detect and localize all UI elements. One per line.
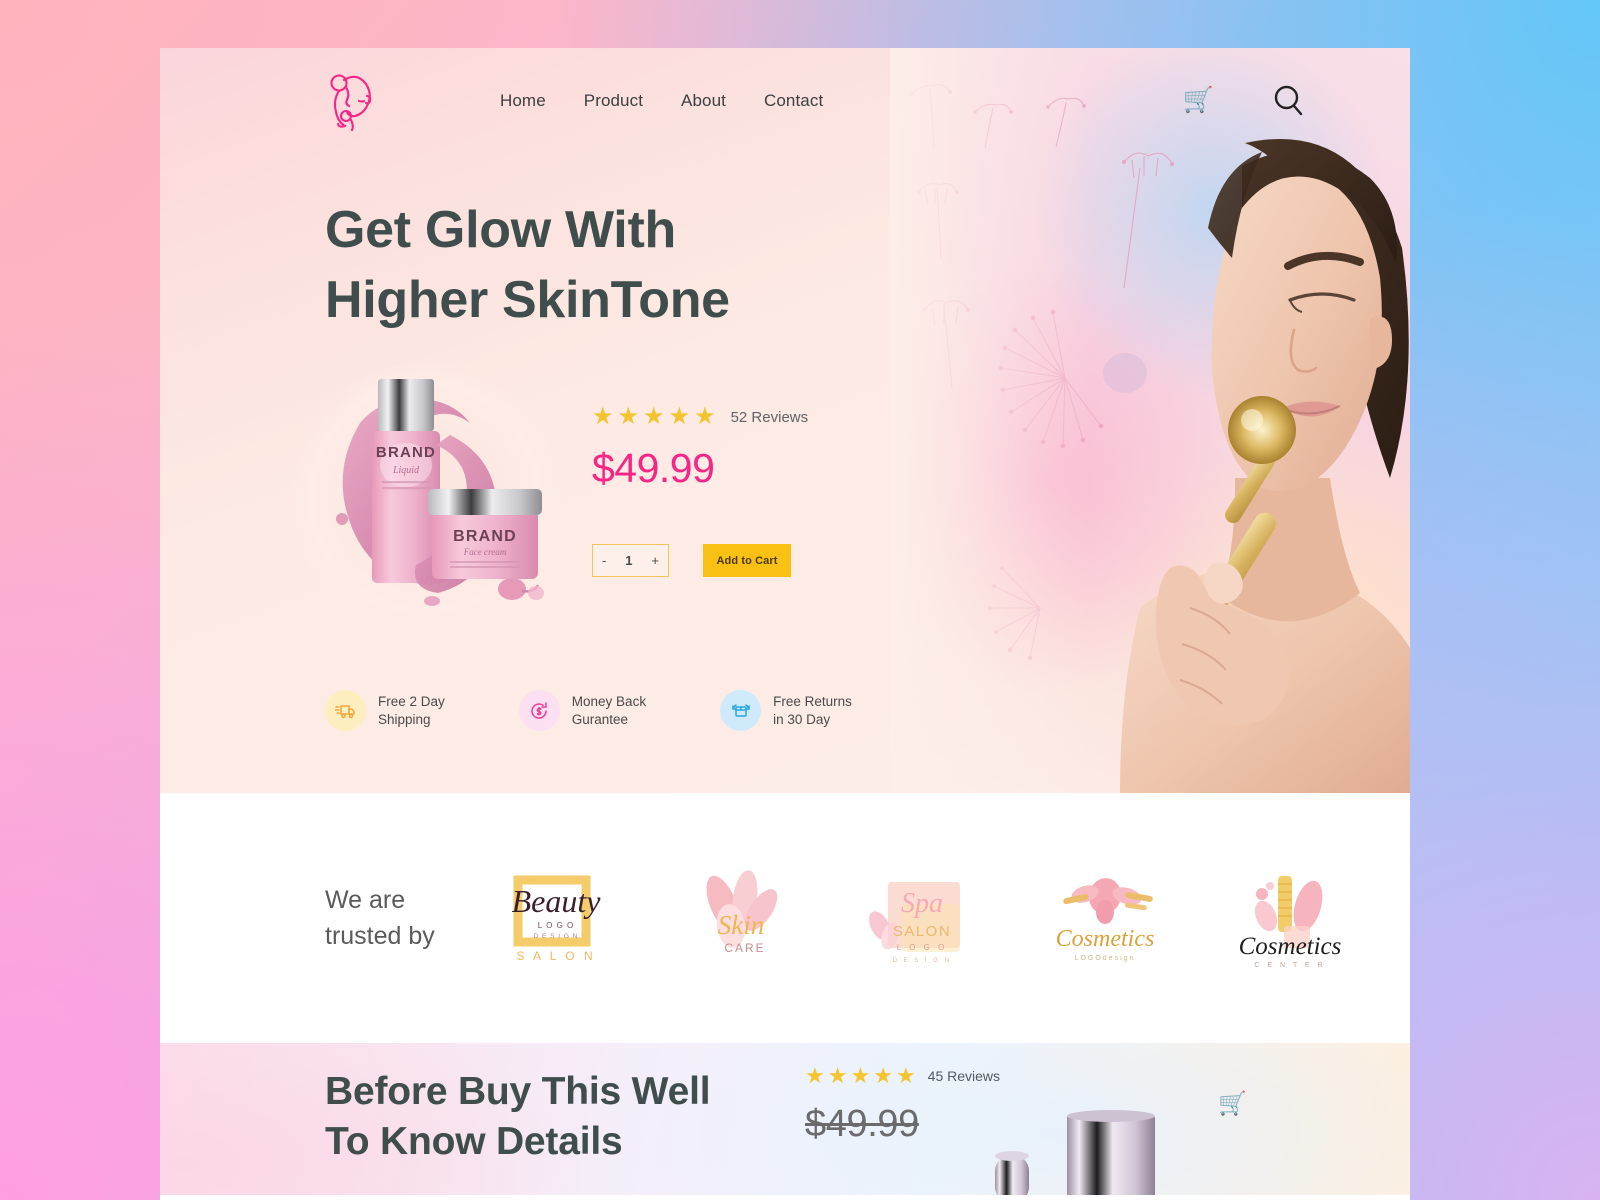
details-review-count: 45 Reviews [927, 1068, 1001, 1084]
top-navigation: Home Product About Contact 🛒 [160, 48, 1410, 153]
quantity-stepper[interactable]: - 1 + [592, 544, 669, 578]
feature-line-1: Money Back [571, 693, 647, 709]
star-icon: ★ [873, 1063, 893, 1088]
feature-line-2: Shipping [378, 711, 431, 727]
jar-lid [428, 489, 542, 516]
feature-money-back: Money Back Gurantee [518, 690, 646, 732]
trusted-by-section: We are trusted by Beauty L O G O D E S I… [160, 793, 1410, 1043]
product-rating: ★ ★ ★ ★ ★ 52 Reviews [592, 405, 808, 429]
star-icon: ★ [592, 403, 614, 431]
svg-text:D E S I G N: D E S I G N [893, 958, 952, 964]
bottle-brand-label: BRAND [376, 444, 436, 461]
star-icon: ★ [694, 403, 716, 431]
feature-free-returns: Free Returns in 30 Day [720, 690, 852, 732]
star-icon: ★ [805, 1063, 825, 1088]
brand-name: Beauty [512, 883, 602, 919]
headline-line-1: Get Glow With [325, 201, 676, 259]
feature-line-1: Free Returns [773, 693, 852, 709]
star-icon: ★ [668, 403, 691, 431]
hero-section: Home Product About Contact 🛒 Get Glow Wi… [160, 48, 1410, 793]
svg-text:C E N T E R: C E N T E R [1254, 962, 1325, 969]
feature-list: Free 2 Day Shipping Money Back Gurantee [325, 690, 1410, 732]
search-icon[interactable] [1272, 84, 1305, 117]
details-rating: ★ ★ ★ ★ ★ 45 Reviews [805, 1065, 1000, 1087]
star-icon: ★ [895, 1063, 916, 1088]
add-to-cart-button[interactable]: Add to Cart [703, 544, 791, 578]
review-count: 52 Reviews [730, 408, 809, 426]
svg-text:CARE: CARE [724, 941, 765, 955]
landing-page: Home Product About Contact 🛒 Get Glow Wi… [160, 48, 1410, 1200]
feature-line-2: Gurantee [571, 711, 629, 727]
quantity-value: 1 [625, 553, 633, 569]
product-price: $49.99 [592, 445, 715, 492]
nav-actions: 🛒 [1183, 84, 1305, 117]
product-row: BRAND Liquid BRAND Face cream ★ ★ ★ ★ ★ … [290, 353, 1410, 632]
nav-link-product[interactable]: Product [584, 91, 643, 111]
svg-text:S A L O N: S A L O N [516, 949, 595, 963]
details-old-price: $49.99 [805, 1103, 919, 1145]
brand-logo-skincare[interactable]: Skin CARE [673, 864, 808, 972]
brand-logo-spa[interactable]: Spa SALON L O G O D E S I G N [856, 864, 991, 972]
nav-link-home[interactable]: Home [500, 91, 546, 111]
star-icon: ★ [617, 403, 640, 431]
nav-link-about[interactable]: About [681, 91, 726, 111]
jar-brand-label: BRAND [453, 528, 517, 545]
details-product-image [995, 1110, 1155, 1195]
details-title: Before Buy This Well To Know Details [325, 1067, 711, 1167]
svg-text:Liquid: Liquid [392, 465, 420, 476]
feature-text: Free 2 Day Shipping [378, 693, 445, 729]
purchase-panel: ★ ★ ★ ★ ★ 52 Reviews $49.99 - 1 + Add to… [592, 353, 808, 578]
page-title: Get Glow With Higher SkinTone [325, 195, 1410, 335]
trusted-by-label: We are trusted by [325, 882, 475, 955]
hero-product-image: BRAND Liquid BRAND Face cream [290, 353, 570, 632]
brand-logo-cosmetics-center[interactable]: Cosmetics C E N T E R [1222, 864, 1357, 972]
details-section: Before Buy This Well To Know Details ★ ★… [160, 1043, 1410, 1195]
star-icon: ★ [850, 1063, 871, 1088]
delivery-truck-icon [325, 690, 366, 732]
woman-face-logo-icon[interactable] [325, 70, 377, 132]
feature-free-shipping: Free 2 Day Shipping [325, 690, 445, 732]
feature-text: Money Back Gurantee [572, 693, 646, 729]
bottle-cap [378, 379, 434, 432]
trusted-line-2: trusted by [325, 922, 435, 950]
details-line-1: Before Buy This Well [325, 1070, 711, 1113]
nav-links: Home Product About Contact [500, 91, 823, 111]
brand-name: Cosmetics [1056, 926, 1155, 952]
return-box-icon [720, 690, 762, 732]
star-icon: ★ [827, 1063, 848, 1088]
svg-text:L O G O: L O G O [897, 943, 948, 952]
details-cart-icon[interactable]: 🛒 [1218, 1090, 1247, 1117]
star-icon: ★ [643, 403, 665, 431]
svg-text:L O G O: L O G O [538, 921, 575, 930]
brand-name: Skin [718, 910, 765, 940]
brand-logo-beauty[interactable]: Beauty L O G O D E S I G N S A L O N [490, 864, 625, 972]
feature-text: Free Returns in 30 Day [773, 693, 852, 729]
shopping-cart-icon[interactable]: 🛒 [1183, 88, 1214, 113]
quantity-decrement[interactable]: - [602, 553, 606, 568]
money-back-icon [518, 690, 560, 732]
nav-link-contact[interactable]: Contact [764, 91, 823, 111]
feature-line-2: in 30 Day [773, 711, 831, 727]
svg-text:SALON: SALON [893, 923, 951, 940]
svg-text:LOGOdesign: LOGOdesign [1075, 955, 1136, 962]
cosmetic-bottle-and-jar: BRAND Liquid BRAND Face cream [336, 379, 544, 607]
brand-name: Spa [901, 888, 943, 919]
details-line-2: To Know Details [325, 1119, 623, 1163]
trusted-line-1: We are [325, 885, 406, 914]
jar-body [432, 511, 538, 580]
brand-name: Cosmetics [1239, 933, 1342, 960]
brand-logo-list: Beauty L O G O D E S I G N S A L O N Ski… [490, 864, 1357, 972]
feature-line-1: Free 2 Day [378, 693, 445, 709]
svg-text:D E S I G N: D E S I G N [534, 933, 579, 940]
hero-content: Get Glow With Higher SkinTone BRAND Liqu… [160, 195, 1410, 732]
brand-logo-cosmetics-design[interactable]: Cosmetics LOGOdesign [1039, 864, 1174, 972]
quantity-and-cart: - 1 + Add to Cart [592, 544, 808, 578]
headline-line-2: Higher SkinTone [325, 271, 730, 330]
quantity-increment[interactable]: + [651, 553, 659, 568]
svg-text:Face cream: Face cream [463, 547, 507, 557]
